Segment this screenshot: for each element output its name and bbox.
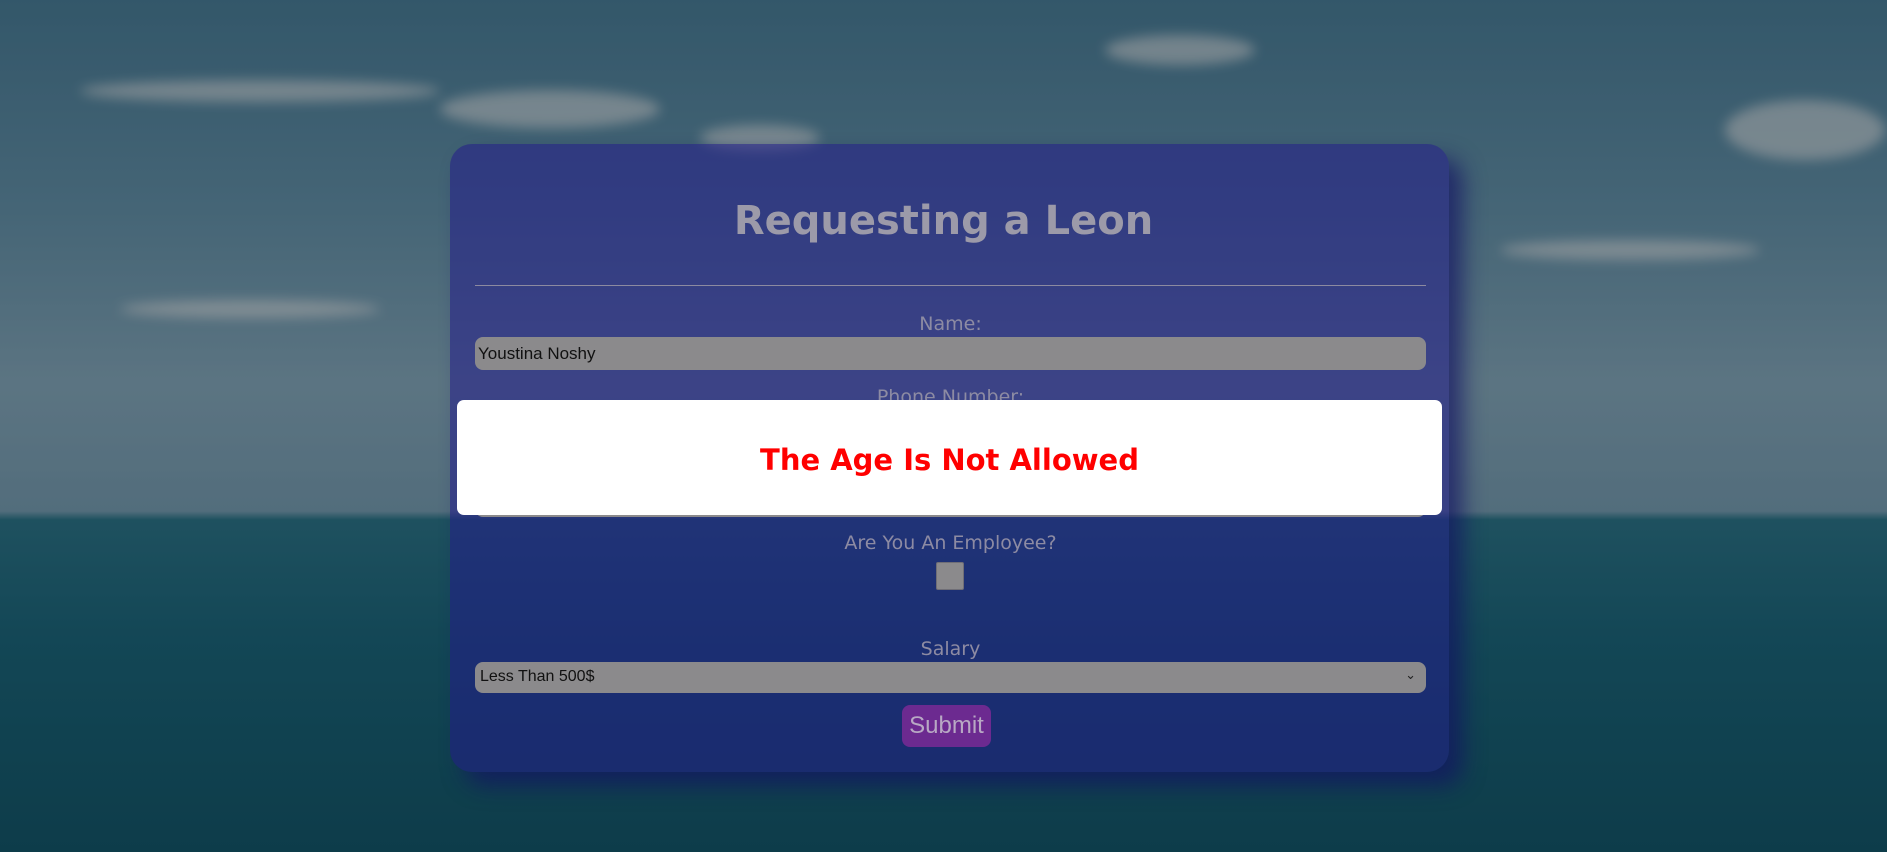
title-divider — [475, 285, 1426, 286]
employee-checkbox[interactable] — [936, 562, 964, 590]
salary-selected-value: Less Than 500$ — [480, 668, 595, 685]
name-input[interactable] — [475, 337, 1426, 370]
name-label: Name: — [919, 313, 982, 335]
alert-message: The Age Is Not Allowed — [760, 443, 1139, 477]
salary-select[interactable]: Less Than 500$ ⌄ — [475, 662, 1426, 693]
submit-button[interactable]: Submit — [902, 705, 991, 747]
employee-label: Are You An Employee? — [844, 532, 1057, 554]
chevron-down-icon: ⌄ — [1405, 667, 1416, 682]
salary-label: Salary — [920, 638, 981, 660]
alert-dialog: The Age Is Not Allowed — [457, 400, 1442, 515]
form-title: Requesting a Leon — [733, 198, 1154, 244]
